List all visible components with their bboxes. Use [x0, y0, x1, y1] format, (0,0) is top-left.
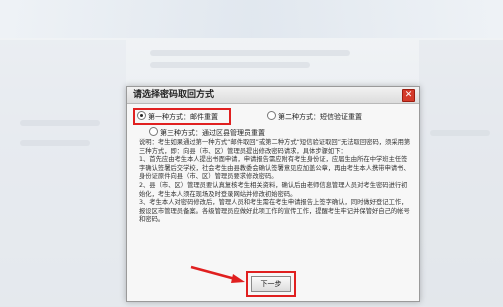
- option-admin-reset[interactable]: 第三种方式：通过区县管理员重置: [149, 127, 265, 138]
- option-sms-label: 第二种方式：短信验证重置: [278, 113, 362, 121]
- background-blur-line: [20, 140, 90, 146]
- instructions-step-2: 2、县（市、区）管理员要认真复核考生相关资料，确认后由老师信息管理人员对考生密码…: [139, 181, 408, 198]
- arrow-annotation-icon: [190, 265, 245, 283]
- background-blur-line: [150, 50, 350, 56]
- password-recovery-dialog: 请选择密码取回方式 ✕ 第一种方式：邮件重置 第二种方式：短信验证重置 第三种方…: [126, 86, 420, 302]
- option-admin-label: 第三种方式：通过区县管理员重置: [160, 129, 265, 137]
- instructions-text: 说明：考生如果通过第一种方式“邮件取回”或第二种方式“短信验证取回”无法取回密码…: [139, 139, 411, 225]
- background-blur-line: [430, 130, 490, 136]
- radio-sms-reset[interactable]: [267, 111, 276, 120]
- radio-admin-reset[interactable]: [149, 127, 158, 136]
- dialog-title: 请选择密码取回方式: [133, 90, 215, 100]
- next-button[interactable]: 下一步: [251, 276, 291, 292]
- option-sms-reset[interactable]: 第二种方式：短信验证重置: [267, 111, 362, 122]
- instructions-intro: 说明：考生如果通过第一种方式“邮件取回”或第二种方式“短信验证取回”无法取回密码…: [139, 139, 411, 155]
- background-blur-line: [150, 62, 310, 68]
- option-email-label: 第一种方式：邮件重置: [148, 113, 218, 121]
- option-email-reset[interactable]: 第一种方式：邮件重置: [137, 111, 218, 122]
- radio-email-reset[interactable]: [137, 111, 146, 120]
- background-header: [0, 0, 503, 38]
- background-right-panel: [419, 40, 503, 306]
- instructions-step-3: 3、考生本人对密码修改后，管理人员和考生需在考生申请报告上签字确认，同时做好登记…: [139, 199, 410, 224]
- background-left-panel: [0, 40, 126, 306]
- background-blur-line: [20, 120, 100, 126]
- close-icon[interactable]: ✕: [402, 89, 415, 102]
- instructions-step-1: 1、首先应由考生本人提出书面申请，申请报告需应附有考生身份证，应届生由所在中学班…: [139, 156, 410, 181]
- dialog-title-bar: 请选择密码取回方式 ✕: [127, 87, 419, 104]
